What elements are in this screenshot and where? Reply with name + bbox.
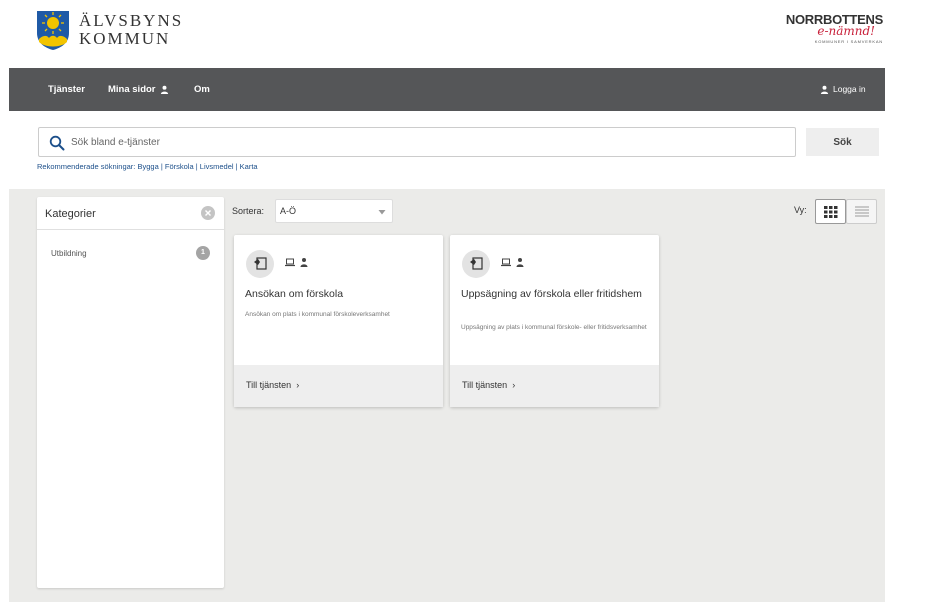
logo-text: ÄLVSBYNS KOMMUN <box>79 12 183 48</box>
search-button[interactable]: Sök <box>806 128 879 156</box>
service-title: Ansökan om förskola <box>245 288 344 300</box>
channel-icons <box>285 257 309 267</box>
nav-item-label: Mina sidor <box>108 84 156 95</box>
site-header: ÄLVSBYNS KOMMUN NORRBOTTENS e-nämnd! KOM… <box>0 0 925 68</box>
sidebar-title: Kategorier <box>45 208 96 220</box>
grid-view-button[interactable] <box>815 199 846 224</box>
hand-form-icon <box>254 257 267 270</box>
service-card[interactable]: Uppsägning av förskola eller fritidshem … <box>450 235 659 407</box>
recommended-link-forskola[interactable]: Förskola <box>165 162 194 171</box>
clear-filter-icon[interactable] <box>201 206 215 220</box>
view-label: Vy: <box>794 205 807 215</box>
sort-label: Sortera: <box>232 206 265 216</box>
login-label: Logga in <box>833 84 866 94</box>
recommended-link-karta[interactable]: Karta <box>240 162 258 171</box>
service-description: Uppsägning av plats i kommunal förskole-… <box>461 324 647 331</box>
nav-item-tjanster[interactable]: Tjänster <box>48 68 85 111</box>
partner-logo[interactable]: NORRBOTTENS e-nämnd! KOMMUNER I SAMVERKA… <box>783 12 883 54</box>
login-link[interactable]: Logga in <box>820 68 866 111</box>
recommended-link-livsmedel[interactable]: Livsmedel <box>200 162 234 171</box>
site-logo[interactable]: ÄLVSBYNS KOMMUN <box>35 9 183 51</box>
search-box <box>38 127 796 157</box>
logo-line-2: KOMMUN <box>79 29 171 48</box>
nav-item-mina-sidor[interactable]: Mina sidor <box>108 68 169 111</box>
sort-select[interactable]: A-Ö <box>275 199 393 223</box>
search-input[interactable] <box>71 134 771 150</box>
category-item-utbildning[interactable]: Utbildning 1 <box>37 246 224 263</box>
service-description: Ansökan om plats i kommunal förskoleverk… <box>245 311 390 318</box>
sidebar-header: Kategorier <box>37 197 224 230</box>
user-icon <box>820 85 829 94</box>
chevron-right-icon: › <box>509 380 516 390</box>
search-icon <box>49 135 65 151</box>
coat-of-arms-icon <box>37 11 69 50</box>
grid-icon <box>824 206 838 218</box>
category-sidebar: Kategorier Utbildning 1 <box>37 197 224 588</box>
person-icon <box>516 258 524 267</box>
partner-logo-line-3: KOMMUNER I SAMVERKAN <box>814 39 883 44</box>
category-label: Utbildning <box>51 249 87 258</box>
service-icon-circle <box>246 250 274 278</box>
nav-item-om[interactable]: Om <box>194 68 210 111</box>
go-to-service-link[interactable]: Till tjänsten › <box>462 380 515 390</box>
recommended-searches: Rekommenderade sökningar: Bygga | Försko… <box>37 162 258 171</box>
card-footer[interactable]: Till tjänsten › <box>450 365 659 407</box>
recommended-link-bygga[interactable]: Bygga <box>137 162 158 171</box>
hand-form-icon <box>470 257 483 270</box>
card-footer[interactable]: Till tjänsten › <box>234 365 443 407</box>
list-view-button[interactable] <box>846 199 877 224</box>
laptop-icon <box>501 258 511 267</box>
nav-item-label: Tjänster <box>48 84 85 95</box>
person-icon <box>300 258 308 267</box>
category-count-badge: 1 <box>196 246 210 260</box>
nav-item-label: Om <box>194 84 210 95</box>
chevron-right-icon: › <box>293 380 300 390</box>
laptop-icon <box>285 258 295 267</box>
service-title: Uppsägning av förskola eller fritidshem <box>461 288 642 300</box>
logo-line-1: ÄLVSBYNS <box>79 11 184 30</box>
service-icon-circle <box>462 250 490 278</box>
chevron-down-icon <box>378 210 386 215</box>
list-icon <box>855 206 869 217</box>
user-icon <box>160 85 168 94</box>
main-navigation: Tjänster Mina sidor Om Logga in <box>9 68 885 111</box>
go-to-service-link[interactable]: Till tjänsten › <box>246 380 299 390</box>
sort-value: A-Ö <box>280 206 297 216</box>
channel-icons <box>501 257 525 267</box>
go-to-service-label: Till tjänsten <box>462 380 508 390</box>
service-card[interactable]: Ansökan om förskola Ansökan om plats i k… <box>234 235 443 407</box>
go-to-service-label: Till tjänsten <box>246 380 292 390</box>
recommended-prefix: Rekommenderade sökningar: <box>37 162 136 171</box>
